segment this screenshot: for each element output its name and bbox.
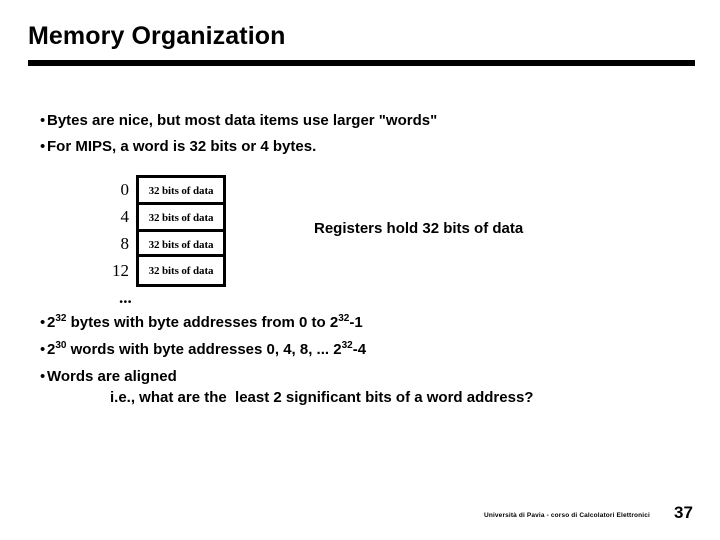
memory-cell-text: 32 bits of data — [148, 185, 214, 197]
memory-address-label: 12 — [112, 261, 129, 280]
bullet-text-post: -1 — [349, 314, 363, 331]
bullet-text: Bytes are nice, but most data items use … — [47, 112, 438, 129]
registers-note: Registers hold 32 bits of data — [314, 220, 524, 237]
bullet-item-mips-word: • For MIPS, a word is 32 bits or 4 bytes… — [29, 137, 316, 156]
bullet-item-words-address-space: • 230 words with byte addresses 0, 4, 8,… — [29, 340, 366, 361]
slide-canvas: Memory Organization • Bytes are nice, bu… — [0, 0, 720, 540]
memory-cell-box: 32 bits of data — [136, 174, 226, 205]
memory-row: 8 32 bits of data — [100, 228, 226, 259]
memory-address-label: 0 — [120, 180, 130, 199]
bullet-marker-icon: • — [40, 368, 46, 385]
exponent: 32 — [338, 313, 350, 324]
bullet-text: 232 bytes with byte addresses from 0 to … — [47, 313, 363, 334]
bullet-marker-icon: • — [40, 138, 46, 155]
exponent: 32 — [55, 313, 67, 324]
bullet-marker-icon: • — [40, 341, 46, 358]
bullet-item-bytes-address-space: • 232 bytes with byte addresses from 0 t… — [29, 313, 363, 334]
memory-cell-box: 32 bits of data — [136, 201, 226, 232]
aligned-subline: i.e., what are the least 2 significant b… — [110, 389, 534, 406]
bullet-text: 230 words with byte addresses 0, 4, 8, .… — [47, 340, 366, 361]
memory-row: 12 32 bits of data — [100, 254, 226, 287]
bullet-text-mid: bytes with byte addresses from 0 to 2 — [66, 314, 339, 331]
bullet-marker-icon: • — [40, 112, 46, 129]
memory-address-label: 4 — [120, 207, 130, 226]
page-title: Memory Organization — [28, 22, 286, 50]
page-number: 37 — [674, 503, 693, 522]
bullet-text-mid: words with byte addresses 0, 4, 8, ... 2 — [66, 341, 342, 358]
bullet-item-bytes-are-nice: • Bytes are nice, but most data items us… — [29, 111, 437, 130]
bullet-marker-icon: • — [40, 314, 46, 331]
footer-credit: Università di Pavia - corso di Calcolato… — [484, 512, 650, 519]
exponent: 30 — [55, 340, 67, 351]
bullet-text: Words are aligned — [47, 368, 177, 385]
memory-address-label: 8 — [120, 234, 130, 253]
memory-row: 4 32 bits of data — [100, 201, 226, 232]
bullet-text: For MIPS, a word is 32 bits or 4 bytes. — [47, 138, 317, 155]
title-divider — [28, 60, 695, 66]
exponent: 32 — [341, 340, 353, 351]
memory-cell-text: 32 bits of data — [148, 212, 214, 224]
bullet-text-post: -4 — [352, 341, 367, 358]
memory-ellipsis: ... — [119, 288, 132, 307]
memory-diagram: 0 32 bits of data 4 32 bits of data 8 32… — [100, 174, 226, 287]
memory-cell-text: 32 bits of data — [148, 264, 214, 277]
bullet-item-words-are-aligned: • Words are aligned — [29, 367, 177, 386]
memory-cell-box: 32 bits of data — [136, 254, 226, 287]
memory-row: 0 32 bits of data — [100, 174, 226, 205]
